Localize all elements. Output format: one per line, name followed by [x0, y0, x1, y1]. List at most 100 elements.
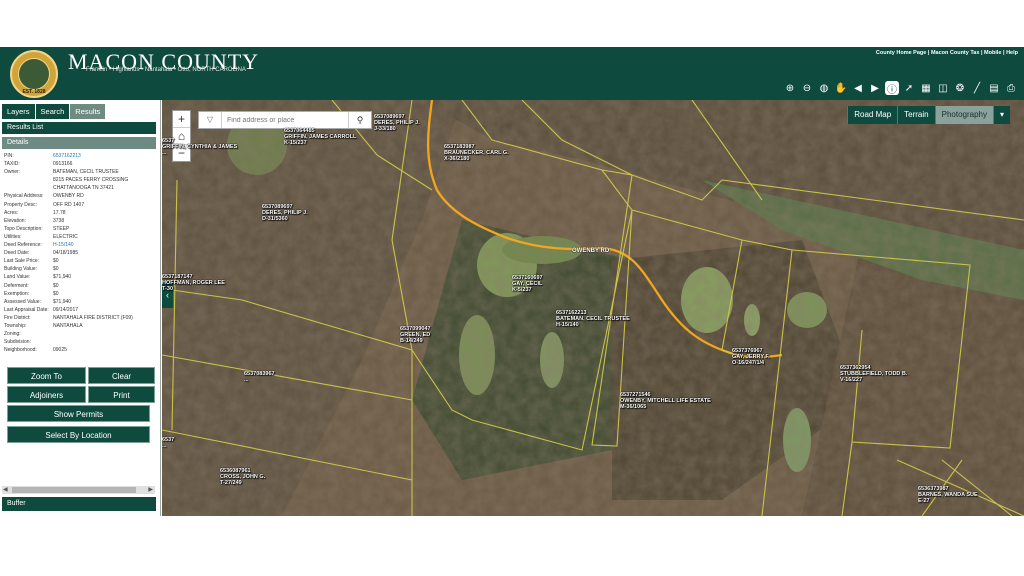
identify-icon[interactable]: ⓘ: [885, 81, 899, 96]
detail-label: PIN:: [4, 153, 14, 159]
detail-label: Physical Address:: [4, 193, 44, 200]
parcel-label[interactable]: 6537271546 OWENBY, MITCHELL LIFE ESTATE M-…: [620, 392, 711, 410]
county-home-link[interactable]: County Home Page: [876, 50, 926, 56]
map-layers-icon[interactable]: ▦: [919, 81, 933, 95]
parcel-label[interactable]: 6537162213 BATEMAN, CECIL TRUSTEE H-15/140: [556, 310, 630, 328]
basemap-photography[interactable]: Photography: [934, 106, 993, 124]
detail-row: Property Desc: OFF RD 1407: [3, 201, 157, 209]
parcel-label[interactable]: 6537376967 GAY, JERRY F. O-16/247/1/4: [732, 348, 770, 366]
parcel-label[interactable]: 6537083967...: [244, 371, 275, 383]
basemap-dropdown-icon[interactable]: ▾: [992, 106, 1010, 124]
detail-label: Fire District:: [4, 314, 31, 321]
buffer-header[interactable]: Buffer: [2, 497, 156, 511]
parcel-label[interactable]: 6537183987 BRAUNECKER, CARL G. X-36/2180: [444, 144, 509, 162]
detail-label: Owner:: [4, 169, 21, 176]
scroll-right-arrow-icon[interactable]: ▶: [148, 486, 153, 494]
parcel-label-line: T-30: [162, 286, 174, 292]
detail-link[interactable]: H-15/140: [53, 241, 74, 249]
detail-row: Last Appraisal Date: 09/14/2017: [3, 306, 157, 314]
zoom-to-button[interactable]: Zoom To: [7, 367, 86, 384]
measure-area-icon[interactable]: ◫: [936, 81, 950, 95]
zoom-out-icon[interactable]: ⊖: [800, 81, 814, 95]
detail-value: STEEP: [53, 225, 70, 232]
parcel-label-line: B-14/249: [400, 338, 423, 344]
pan-hand-icon[interactable]: ✋: [834, 81, 848, 95]
detail-row: Physical Address: OWENBY RD: [3, 192, 157, 200]
detail-label: Deferment:: [4, 282, 29, 289]
full-extent-icon[interactable]: ◍: [817, 81, 831, 95]
aerial-photo: [162, 100, 1024, 516]
tab-search[interactable]: Search: [35, 104, 70, 119]
map-zoom-in-button[interactable]: +: [173, 111, 190, 128]
detail-row: Zoning:: [3, 330, 157, 338]
app-subtitle: Franklin • Highlands • Nantahala • Otto,…: [86, 67, 246, 73]
mobile-link[interactable]: Mobile: [984, 50, 1001, 56]
detail-value: $0: [53, 258, 59, 265]
parcel-label[interactable]: 6537362954 STUBBLEFIELD, TODD B. V-16/227: [840, 365, 907, 383]
detail-row: 8215 PACES FERRY CROSSING: [3, 176, 157, 184]
measure-line-icon[interactable]: ╱: [970, 81, 984, 95]
detail-value: $0: [53, 266, 59, 273]
streetview-icon[interactable]: ❂: [953, 81, 967, 95]
basemap-road-map[interactable]: Road Map: [847, 106, 898, 124]
detail-row: Land Value: $71,940: [3, 273, 157, 281]
adjoiners-button[interactable]: Adjoiners: [7, 386, 86, 403]
parcel-label[interactable]: 6537064485 GRIFFIN, JAMES CARROLL K-15/237: [284, 128, 356, 146]
detail-label: Subdivision:: [4, 339, 31, 346]
detail-label: Exemption:: [4, 290, 30, 297]
parcel-label[interactable]: 6536373987 BARNES, WANDA SUE E-27: [918, 486, 978, 504]
search-source-dropdown-icon[interactable]: ▽: [199, 112, 222, 128]
clear-button[interactable]: Clear: [88, 367, 155, 384]
detail-link[interactable]: 6537162213: [53, 152, 81, 160]
header-links: County Home Page | Macon County Tax | Mo…: [875, 50, 1018, 56]
help-link[interactable]: Help: [1006, 50, 1018, 56]
tab-results[interactable]: Results: [70, 104, 106, 119]
detail-row: Assessed Value: $71,940: [3, 298, 157, 306]
parcel-label-line: H-15/140: [556, 322, 579, 328]
show-permits-button[interactable]: Show Permits: [7, 405, 150, 422]
parcel-label[interactable]: 6537099047 GREEN, ED B-14/249: [400, 326, 431, 344]
parcel-label[interactable]: 6537 GRIFFIN, CYNTHIA & JAMES...: [162, 138, 237, 156]
document-icon[interactable]: ▤: [987, 81, 1001, 95]
detail-row: PIN: 6537162213: [3, 152, 157, 160]
address-search: ▽ ⚲: [198, 111, 372, 129]
detail-value: 04/18/1985: [53, 250, 79, 257]
zoom-in-icon[interactable]: ⊕: [783, 81, 797, 95]
county-tax-link[interactable]: Macon County Tax: [931, 50, 980, 56]
detail-value: CHATTANOOGA TN 37421: [53, 185, 114, 192]
detail-label: Last Sale Price:: [4, 258, 40, 265]
print-button[interactable]: Print: [88, 386, 155, 403]
address-search-input[interactable]: [225, 113, 349, 128]
parcel-label-line: K-15/237: [284, 140, 307, 146]
scroll-thumb[interactable]: [12, 487, 136, 493]
next-extent-icon[interactable]: ▶: [868, 81, 882, 95]
parcel-label[interactable]: 6536087961 CROSS, JOHN G. T-27/249: [220, 468, 265, 486]
basemap-terrain[interactable]: Terrain: [897, 106, 935, 124]
results-list-header[interactable]: Results List: [2, 122, 156, 134]
detail-value: 8215 PACES FERRY CROSSING: [53, 177, 129, 184]
map-view[interactable]: + ⌂ − ▽ ⚲ Road Map Terrain Photography ▾…: [162, 100, 1024, 516]
detail-label: Township:: [4, 322, 27, 329]
detail-value: OWENBY RD: [53, 193, 84, 200]
parcel-label[interactable]: 6537089697 DERES, PHILIP J. D-31/5360: [262, 204, 308, 222]
tab-layers[interactable]: Layers: [2, 104, 35, 119]
parcel-label[interactable]: 6537187147 HOFFMAN, ROGER LEE T-30: [162, 274, 225, 292]
detail-row: CHATTANOOGA TN 37421: [3, 184, 157, 192]
detail-row: Exemption: $0: [3, 290, 157, 298]
horizontal-scrollbar[interactable]: ◀ ▶: [2, 486, 155, 494]
parcel-label-line: D-31/5360: [262, 216, 288, 222]
print-icon[interactable]: ⎙: [1004, 81, 1018, 95]
parcel-label-line: ...: [244, 377, 249, 383]
parcel-label[interactable]: 6537089697 DERES, PHILIP J. J-33/180: [374, 114, 420, 132]
select-by-location-button[interactable]: Select By Location: [7, 426, 150, 443]
search-icon[interactable]: ⚲: [348, 112, 371, 128]
select-arrow-icon[interactable]: ➚: [902, 81, 916, 95]
detail-label: Deed Reference:: [4, 242, 42, 249]
previous-extent-icon[interactable]: ◀: [851, 81, 865, 95]
detail-row: Neighborhood: 09025: [3, 346, 157, 354]
parcel-label[interactable]: 6537...: [162, 437, 174, 449]
details-header[interactable]: Details: [2, 137, 156, 149]
detail-label: Elevation:: [4, 217, 26, 224]
scroll-left-arrow-icon[interactable]: ◀: [3, 486, 8, 494]
parcel-label[interactable]: 6537160697 GAY, CECIL K-5/237: [512, 275, 543, 293]
